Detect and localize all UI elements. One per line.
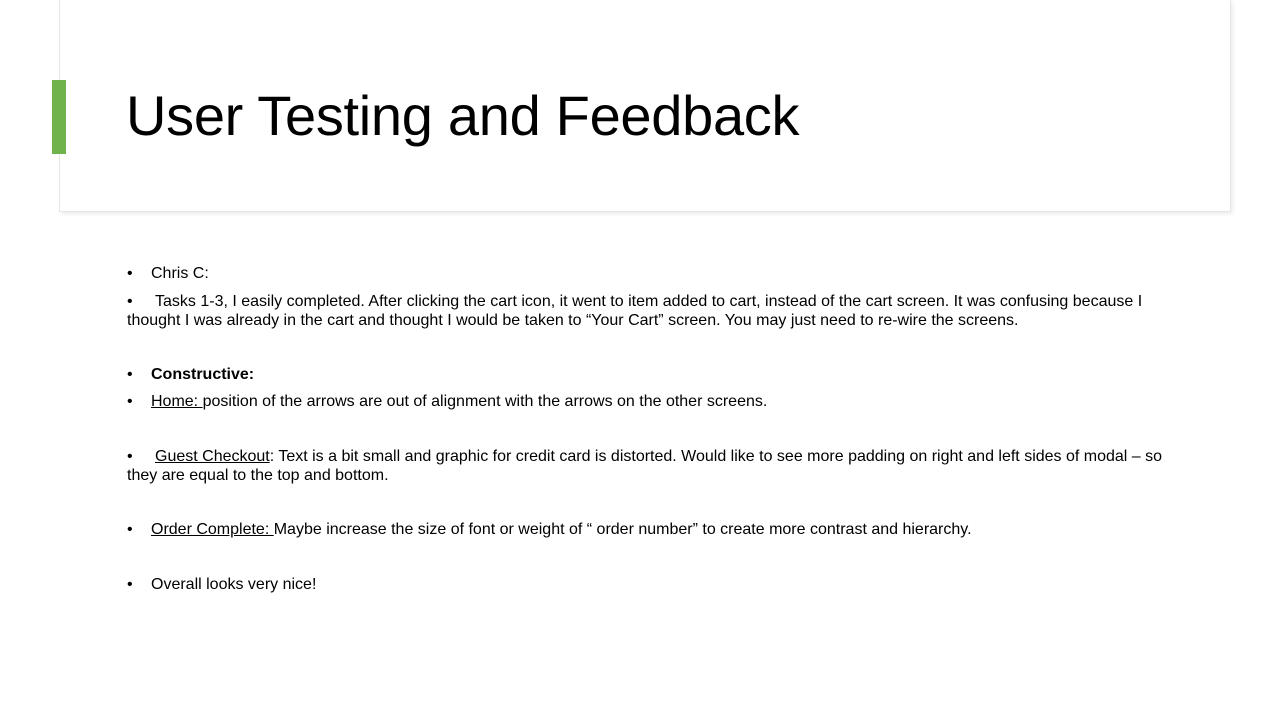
overall-feedback-text: Overall looks very nice! bbox=[151, 576, 317, 593]
bullet-icon: • bbox=[127, 366, 133, 383]
feedback-list: • Chris C: • Tasks 1-3, I easily completed… bbox=[127, 264, 1187, 594]
list-item-overall: • Overall looks very nice! bbox=[127, 575, 1187, 594]
slide: User Testing and Feedback • Chris C: • Tas… bbox=[0, 0, 1280, 720]
slide-title: User Testing and Feedback bbox=[126, 84, 800, 147]
list-item-guest-checkout: • Guest Checkout: Text is a bit small and… bbox=[127, 447, 1187, 485]
bullet-icon: • bbox=[127, 521, 133, 538]
list-item-constructive: • Constructive: bbox=[127, 365, 1187, 384]
bullet-icon: • bbox=[127, 393, 133, 410]
list-item-home: • Home: position of the arrows are out of… bbox=[127, 392, 1187, 411]
bullet-icon: • bbox=[127, 265, 133, 282]
order-complete-feedback-text: Maybe increase the size of font or weigh… bbox=[273, 521, 972, 538]
list-item-tester: • Chris C: bbox=[127, 264, 1187, 283]
bullet-icon: • bbox=[127, 293, 133, 310]
home-feedback-text: position of the arrows are out of alignm… bbox=[202, 393, 768, 410]
constructive-heading: Constructive: bbox=[151, 366, 255, 383]
tester-name: Chris C: bbox=[151, 265, 209, 282]
guest-checkout-feedback-text: : Text is a bit small and graphic for cr… bbox=[127, 448, 1163, 484]
guest-checkout-label: Guest Checkout bbox=[155, 448, 270, 465]
home-label: Home: bbox=[151, 393, 203, 410]
bullet-icon: • bbox=[127, 448, 133, 465]
list-item-order-complete: • Order Complete: Maybe increase the size… bbox=[127, 520, 1187, 539]
bullet-icon: • bbox=[127, 576, 133, 593]
title-accent-bar bbox=[52, 80, 66, 154]
order-complete-label: Order Complete: bbox=[151, 521, 274, 538]
list-item-tasks: • Tasks 1-3, I easily completed. After cl… bbox=[127, 292, 1187, 330]
tasks-feedback-text: Tasks 1-3, I easily completed. After cli… bbox=[127, 293, 1143, 329]
